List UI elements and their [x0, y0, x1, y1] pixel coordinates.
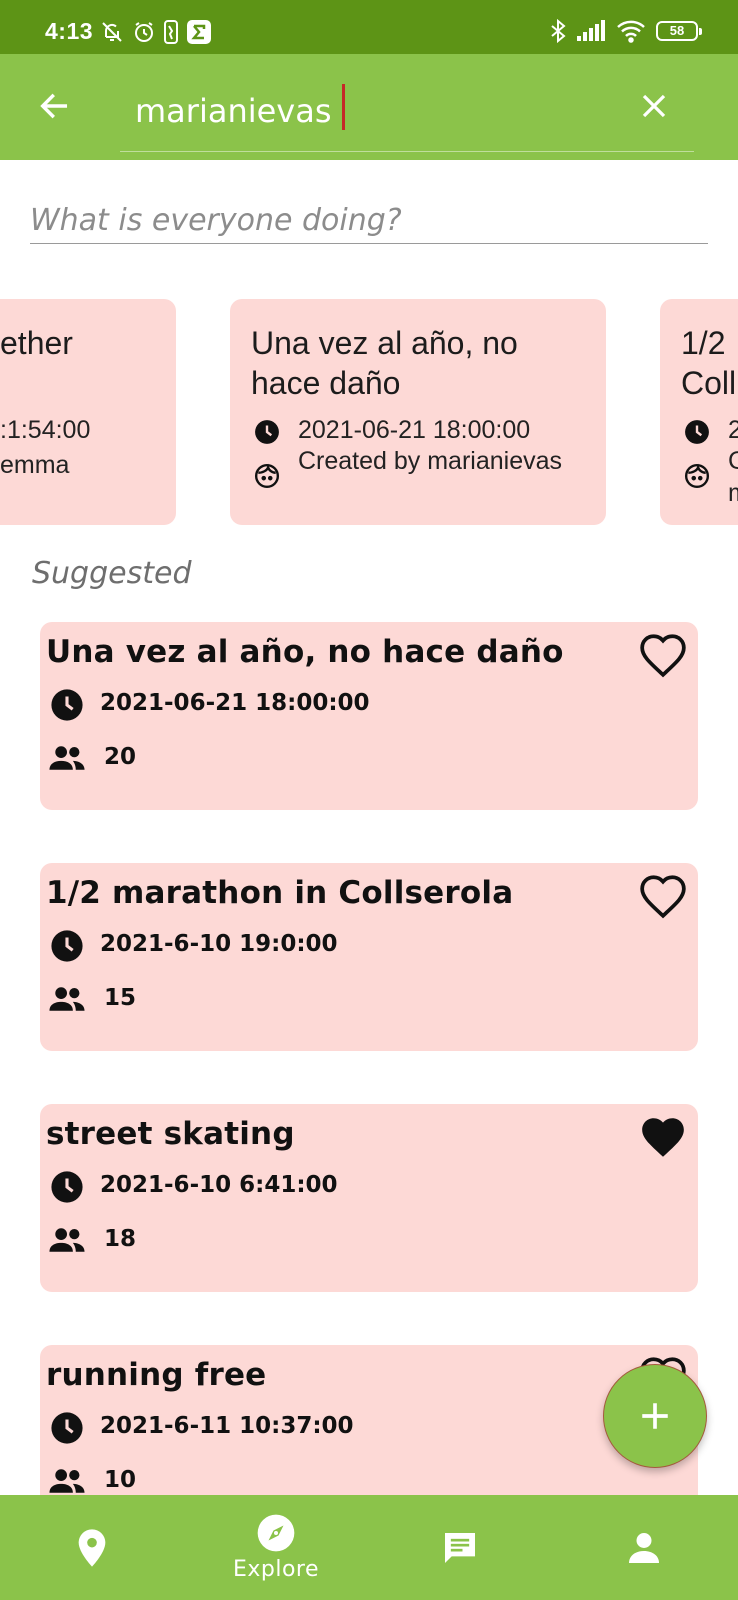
suggested-item[interactable]: Una vez al año, no hace daño 2021-06-21 …: [40, 622, 698, 810]
people-icon: [49, 1469, 85, 1493]
carousel-card-time: 2021-06-21 18:00:00: [298, 416, 531, 444]
favorite-button[interactable]: [636, 1112, 690, 1162]
screen: 4:13 58 ether: [0, 0, 738, 1600]
search-input[interactable]: [135, 82, 615, 140]
people-icon: [49, 1228, 85, 1252]
close-icon: [642, 94, 666, 118]
map-pin-icon: [78, 1528, 106, 1567]
activity-carousel[interactable]: ether :1:54:00 emma Una vez al año, no h…: [0, 299, 738, 525]
back-button[interactable]: [32, 84, 76, 128]
back-arrow-icon: [40, 93, 68, 119]
search-field: [120, 76, 694, 152]
clock-icon: [51, 1171, 83, 1203]
carousel-card-creator: emma: [0, 451, 70, 479]
sigma-icon: [187, 20, 211, 44]
carousel-card[interactable]: 1/2 Coll 2 C m: [660, 299, 738, 525]
bluetooth-icon: [551, 19, 566, 43]
clock-icon: [255, 420, 279, 444]
clock-icon: [51, 930, 83, 962]
suggested-item-title: running free: [46, 1357, 267, 1393]
alarm-icon: [135, 22, 153, 42]
activity-search: [30, 198, 708, 244]
person-icon: [629, 1532, 659, 1563]
clock-icon: [51, 1412, 83, 1444]
nav-item-map[interactable]: [0, 1495, 184, 1600]
status-time: 4:13: [45, 18, 94, 44]
carousel-card[interactable]: ether :1:54:00 emma: [0, 299, 176, 525]
nav-item-explore[interactable]: Explore: [184, 1495, 368, 1600]
signal-icon: [577, 20, 605, 41]
suggested-heading: Suggested: [32, 556, 192, 591]
suggested-item[interactable]: 1/2 marathon in Collserola 2021-6-10 19:…: [40, 863, 698, 1051]
suggested-item-time: 2021-6-10 19:0:00: [100, 931, 338, 957]
suggested-item-participants: 15: [104, 985, 137, 1011]
status-right-icons: 58: [550, 19, 702, 43]
suggested-item-title: Una vez al año, no hace daño: [46, 634, 564, 670]
people-icon: [49, 746, 85, 770]
add-activity-button[interactable]: [603, 1364, 707, 1468]
bottom-navigation: Explore: [0, 1495, 738, 1600]
carousel-card[interactable]: Una vez al año, no hace daño 2021-06-21 …: [230, 299, 606, 525]
nav-item-profile[interactable]: [552, 1495, 736, 1600]
suggested-item-title: 1/2 marathon in Collserola: [46, 875, 514, 911]
suggested-item-time: 2021-6-10 6:41:00: [100, 1172, 338, 1198]
carousel-card-title: 1/2 Coll: [681, 325, 737, 401]
clock-icon: [685, 420, 709, 444]
carousel-card-time: :1:54:00: [0, 416, 91, 444]
app-bar: [0, 54, 738, 160]
suggested-item-participants: 18: [104, 1226, 137, 1252]
nav-item-chat[interactable]: [368, 1495, 552, 1600]
nba-icon: [164, 20, 178, 44]
suggested-item[interactable]: street skating 2021-6-10 6:41:00 18: [40, 1104, 698, 1292]
suggested-item-participants: 20: [104, 744, 137, 770]
carousel-card-creator: C m: [728, 447, 738, 507]
face-icon: [684, 463, 710, 489]
compass-icon: [257, 1514, 295, 1552]
heart-filled-icon: [642, 1118, 684, 1157]
clock-icon: [51, 689, 83, 721]
plus-icon: [642, 1403, 668, 1429]
heart-outline-icon: [640, 875, 686, 919]
face-icon: [254, 463, 280, 489]
carousel-card-creator: Created by marianievas: [298, 447, 563, 475]
suggested-item-title: street skating: [46, 1116, 295, 1152]
favorite-button[interactable]: [636, 871, 690, 921]
mute-icon: [102, 22, 122, 42]
favorite-button[interactable]: [636, 630, 690, 680]
battery-icon: 58: [656, 21, 702, 41]
wifi-icon: [617, 20, 645, 43]
carousel-card-title: ether: [0, 325, 73, 361]
status-bar: 4:13 58: [0, 0, 738, 54]
status-left-icons: [100, 19, 212, 45]
text-caret: [342, 84, 345, 130]
activity-search-input[interactable]: [30, 198, 708, 242]
carousel-card-title: Una vez al año, no hace daño: [251, 325, 518, 401]
heart-outline-icon: [640, 634, 686, 678]
suggested-item-time: 2021-6-11 10:37:00: [100, 1413, 354, 1439]
nav-label-explore: Explore: [232, 1557, 320, 1582]
clear-search-button[interactable]: [632, 84, 676, 128]
suggested-item-participants: 10: [104, 1467, 137, 1493]
people-icon: [49, 987, 85, 1011]
suggested-item-time: 2021-06-21 18:00:00: [100, 690, 370, 716]
chat-icon: [445, 1532, 475, 1563]
carousel-card-time: 2: [728, 416, 738, 444]
